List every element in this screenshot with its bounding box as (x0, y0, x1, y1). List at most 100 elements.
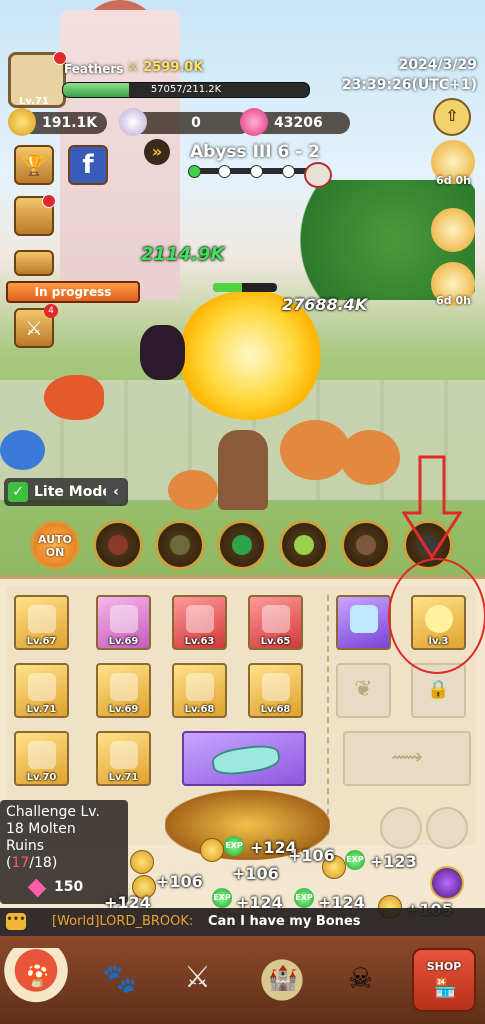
nav-shop-button[interactable]: SHOP 🏪 (412, 948, 476, 1012)
chest-button[interactable] (14, 194, 56, 236)
gear-item-icon (262, 605, 290, 633)
gear-level: Lv.71 (26, 704, 57, 715)
nav-hero-button[interactable]: 🍄 (4, 948, 68, 1012)
exp-orb-icon: EXP (224, 836, 244, 856)
enemy-hp-fill (213, 283, 242, 292)
gear-level: Lv.70 (26, 772, 57, 783)
nav-guild-button[interactable]: ☠ (332, 948, 396, 1012)
nav-tower-button[interactable]: 🏰 (250, 948, 314, 1012)
gear-slot[interactable]: Lv.65 (248, 595, 303, 650)
gear-slot[interactable]: Lv.71 (14, 663, 69, 718)
coin-icon (200, 838, 224, 862)
exp-text: 57057/211.2K (150, 84, 222, 95)
rune-orb-icon[interactable] (430, 866, 464, 900)
smoke-cloud (280, 420, 350, 480)
combat-power-value: 2599.0K (143, 60, 204, 75)
nav-pet-button[interactable]: 🐾 (86, 948, 150, 1012)
gem-resource[interactable]: 43206 (240, 108, 350, 136)
gem-amount: 43206 (274, 115, 323, 131)
skill-icon (356, 535, 376, 555)
coin-icon (130, 850, 154, 874)
gold-coin-icon (8, 108, 36, 136)
gear-item-icon (186, 605, 214, 633)
gear-slot[interactable]: Lv.68 (172, 663, 227, 718)
gear-slot[interactable]: Lv.69 (96, 595, 151, 650)
hero-character (218, 430, 268, 510)
battle-button[interactable]: ⚔ 4 (14, 304, 58, 348)
skill-slot-5[interactable] (341, 520, 391, 570)
trophy-button[interactable]: 🏆 (14, 145, 54, 185)
bottom-nav: 🍄 🐾 ⚔ 🏰 ☠ SHOP 🏪 (0, 936, 485, 1024)
fast-forward-icon[interactable]: » (144, 139, 170, 165)
combat-power: ⚔ 2599.0K (127, 60, 203, 75)
ice-skill-slot[interactable] (336, 595, 391, 650)
chat-bar[interactable]: ••• [World]LORD_BROOK: Can I have my Bon… (0, 908, 485, 936)
event-button-2[interactable] (431, 208, 475, 252)
stage-node (282, 165, 295, 178)
loot-amount: +123 (370, 852, 417, 871)
gear-slot[interactable]: Lv.71 (96, 731, 151, 786)
exp-bar: 57057/211.2K (62, 82, 310, 98)
gear-item-icon (28, 605, 56, 633)
exp-orb-icon: EXP (294, 888, 314, 908)
skill-slot-3[interactable] (217, 520, 267, 570)
gear-slot[interactable]: Lv.70 (14, 731, 69, 786)
collapse-up-icon[interactable]: ⇧ (433, 98, 471, 136)
challenge-line-2: 18 Molten (6, 821, 76, 837)
notification-dot (42, 194, 56, 208)
refresh-button[interactable] (380, 807, 422, 849)
gear-slot[interactable]: Lv.63 (172, 595, 227, 650)
crystal-resource[interactable]: 0 (119, 108, 251, 136)
wing-icon: ❦ (354, 677, 373, 702)
facebook-icon: f (82, 150, 94, 180)
annotation-arrow-icon (402, 455, 462, 560)
gear-level: Lv.68 (260, 704, 291, 715)
lite-mode-toggle[interactable]: ✓ Lite Mode ‹ (4, 478, 128, 506)
quest-status-label: In progress (34, 285, 112, 299)
hoverboard-icon (210, 742, 282, 778)
bird-pet (0, 430, 45, 470)
skill-slot-2[interactable] (155, 520, 205, 570)
sword-outline-icon: ⟿ (391, 745, 423, 770)
challenge-progress-total: /18) (29, 855, 58, 871)
gear-level: Lv.71 (108, 772, 139, 783)
auto-skill-toggle[interactable]: AUTO ON (30, 520, 80, 570)
locked-wing-slot[interactable]: ❦ (336, 663, 391, 718)
skill-icon (294, 535, 314, 555)
gear-item-icon (110, 741, 138, 769)
gear-slot[interactable]: Lv.69 (96, 663, 151, 718)
mushroom-icon: 🍄 (24, 964, 52, 989)
gear-item-icon (110, 673, 138, 701)
gem-icon (27, 878, 47, 898)
gear-level: Lv.65 (260, 636, 291, 647)
paw-icon: 🐾 (102, 962, 137, 995)
crossed-swords-icon: ⚔ (184, 960, 211, 995)
loot-amount: +106 (288, 846, 335, 865)
skill-slot-1[interactable] (93, 520, 143, 570)
gear-slot[interactable]: Lv.67 (14, 595, 69, 650)
chevron-left-icon[interactable]: ‹ (106, 480, 126, 504)
annotation-ring (388, 558, 485, 674)
facebook-button[interactable]: f (68, 145, 108, 185)
gem-icon (240, 108, 268, 136)
gold-amount: 191.1K (42, 115, 98, 131)
gear-settings-button[interactable] (426, 807, 468, 849)
datetime: 2024/3/29 23:39:26(UTC+1) (342, 55, 477, 95)
locked-weapon-slot[interactable]: ⟿ (343, 731, 471, 786)
checkbox-checked-icon[interactable]: ✓ (8, 482, 28, 502)
chat-message: Can I have my Bones (208, 914, 361, 929)
challenge-panel[interactable]: Challenge Lv. 18 Molten Ruins (17/18) 15… (0, 800, 128, 904)
nav-battle-button[interactable]: ⚔ (168, 948, 232, 1012)
quest-chest-button[interactable] (14, 250, 54, 276)
skill-slot-4[interactable] (279, 520, 329, 570)
event-timer: 6d 0h (436, 294, 471, 307)
mount-slot[interactable] (182, 731, 306, 786)
stage-node (250, 165, 263, 178)
exp-orb-icon: EXP (212, 888, 232, 908)
gold-resource[interactable]: 191.1K (8, 108, 108, 136)
gear-slot[interactable]: Lv.68 (248, 663, 303, 718)
quest-status[interactable]: In progress (6, 281, 140, 303)
challenge-progress-current: 17 (11, 855, 30, 871)
player-avatar[interactable]: Lv.71 (8, 51, 67, 108)
gear-level: Lv.68 (184, 704, 215, 715)
